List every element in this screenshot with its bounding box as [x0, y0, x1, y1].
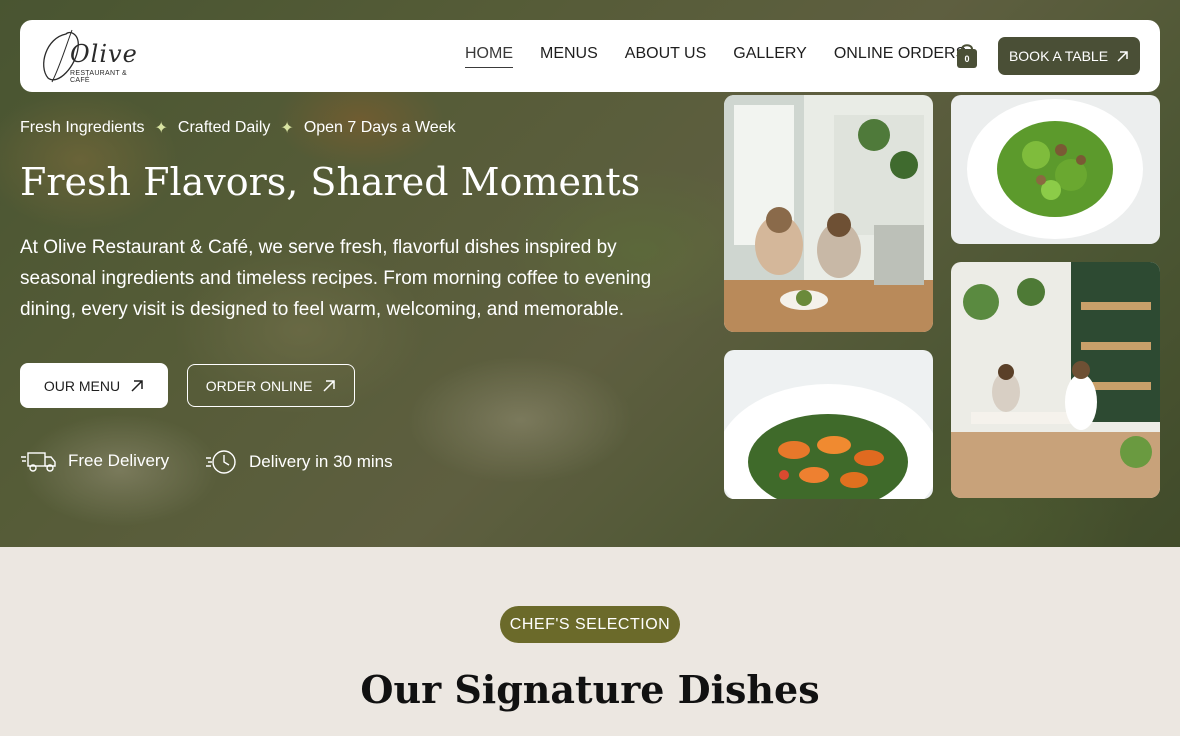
salad-photo [951, 95, 1160, 244]
feature-label: Free Delivery [68, 451, 170, 470]
hero-title: Fresh Flavors, Shared Moments [20, 160, 641, 204]
feature-delivery-time: Delivery in 30 mins [205, 448, 393, 476]
arrow-up-right-icon [1117, 50, 1128, 62]
hero-tagline: Fresh Ingredients ✦ Crafted Daily ✦ Open… [20, 118, 456, 138]
our-menu-label: OUR MENU [43, 377, 121, 394]
logo[interactable]: Olive RESTAURANT & CAFÉ [36, 26, 146, 86]
tagline-item: Open 7 Days a Week [303, 119, 456, 136]
our-menu-button[interactable]: OUR MENU [20, 363, 168, 408]
sparkle-icon: ✦ [280, 120, 294, 137]
nav-menus[interactable]: MENUS [540, 44, 598, 68]
feature-label: Delivery in 30 mins [249, 452, 393, 471]
nav-about-us[interactable]: ABOUT US [625, 44, 707, 68]
main-menu: HOME MENUS ABOUT US GALLERY ONLINE ORDER… [465, 44, 993, 68]
section-title: Our Signature Dishes [360, 667, 820, 712]
navbar: Olive RESTAURANT & CAFÉ HOME MENUS ABOUT… [20, 20, 1160, 92]
logo-word: Olive [70, 40, 138, 68]
cart-button[interactable]: 0 [954, 40, 980, 70]
tagline-item: Fresh Ingredients [20, 119, 145, 136]
chefs-selection-badge: CHEF'S SELECTION [500, 606, 680, 643]
shrimp-dish-photo [724, 350, 933, 499]
restaurant-interior-photo [951, 262, 1160, 498]
arrow-up-right-icon [323, 379, 336, 392]
delivery-truck-icon [21, 452, 56, 472]
tagline-item: Crafted Daily [177, 119, 271, 136]
nav-online-orders[interactable]: ONLINE ORDERS [834, 44, 966, 68]
nav-gallery[interactable]: GALLERY [733, 44, 807, 68]
dining-room-photo [724, 95, 933, 332]
book-table-button[interactable]: BOOK A TABLE [998, 37, 1140, 75]
sparkle-icon: ✦ [154, 120, 168, 137]
order-online-button[interactable]: ORDER ONLINE [187, 364, 355, 407]
book-table-label: BOOK A TABLE [1008, 48, 1109, 64]
arrow-up-right-icon [131, 379, 143, 392]
hero-description: At Olive Restaurant & Café, we serve fre… [20, 237, 652, 320]
nav-home[interactable]: HOME [465, 44, 513, 68]
order-online-label: ORDER ONLINE [205, 377, 313, 394]
cart-count: 0 [964, 54, 970, 64]
feature-free-delivery: Free Delivery [20, 448, 169, 474]
signature-dishes-section: CHEF'S SELECTION Our Signature Dishes [0, 547, 1180, 736]
logo-subtitle: RESTAURANT & CAFÉ [70, 70, 128, 84]
clock-fast-icon [206, 450, 236, 474]
